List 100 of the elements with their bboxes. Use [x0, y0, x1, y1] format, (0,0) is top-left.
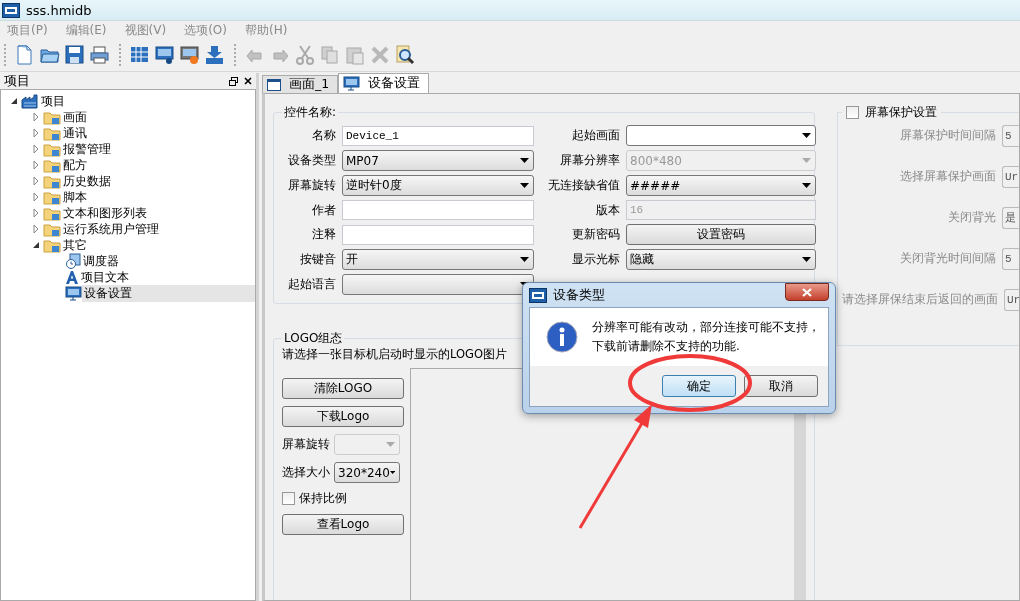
- text-field[interactable]: Ur: [1004, 288, 1019, 311]
- folder-icon: [43, 205, 61, 221]
- text-field[interactable]: [342, 200, 534, 220]
- scissors-icon: [294, 44, 316, 66]
- checkbox-label: 屏幕保护设置: [865, 104, 937, 121]
- dialog-title: 设备类型: [553, 286, 606, 304]
- tree-item[interactable]: 配方: [61, 156, 89, 174]
- restore-icon[interactable]: [229, 76, 238, 86]
- tree-item[interactable]: 画面: [61, 108, 89, 126]
- tab[interactable]: 画面_1: [262, 75, 339, 93]
- text-field[interactable]: 5: [1002, 124, 1019, 147]
- tree-item[interactable]: 文本和图形列表: [61, 204, 149, 222]
- dropdown[interactable]: 逆时针0度: [342, 175, 534, 196]
- toolbar-button[interactable]: [64, 44, 86, 66]
- field-label: 选择大小: [282, 464, 330, 481]
- close-button[interactable]: [785, 283, 829, 301]
- dropdown[interactable]: [626, 125, 816, 146]
- caret-icon: [802, 183, 811, 188]
- tree-item[interactable]: 其它: [61, 236, 89, 254]
- field-label: 设备类型: [287, 152, 336, 169]
- toolbar-button[interactable]: [394, 44, 416, 66]
- monitor-icon: [154, 44, 176, 66]
- dropdown[interactable]: 320*240: [334, 462, 400, 483]
- field-label: 作者: [311, 201, 336, 219]
- tab[interactable]: 设备设置: [338, 73, 430, 93]
- logo-button[interactable]: 下载Logo: [282, 406, 404, 427]
- text-field[interactable]: Device_1: [342, 125, 534, 146]
- caret-icon: [802, 158, 811, 163]
- logo-button[interactable]: 清除LOGO: [282, 378, 404, 399]
- logo-button[interactable]: 查看Logo: [282, 514, 404, 535]
- checkbox[interactable]: [846, 106, 859, 119]
- expander-icon[interactable]: [31, 240, 41, 250]
- field-label: 起始画面: [571, 127, 620, 144]
- expander-icon[interactable]: [9, 96, 19, 106]
- text-field[interactable]: 5: [1002, 247, 1019, 270]
- tree-item[interactable]: 历史数据: [61, 172, 113, 190]
- monitor-icon: [65, 285, 82, 301]
- field-label: 版本: [595, 201, 620, 219]
- factory-icon: [21, 93, 39, 109]
- dialog-message: 分辨率可能有改动，部分连接可能不支持，: [592, 319, 820, 336]
- tree-item[interactable]: 报警管理: [61, 140, 113, 158]
- caret-icon: [520, 183, 529, 188]
- close-icon[interactable]: [244, 77, 252, 85]
- save-icon: [64, 44, 86, 66]
- caret-icon: [802, 257, 811, 262]
- tree-item[interactable]: 项目文本: [79, 268, 131, 286]
- folder-icon: [43, 173, 61, 189]
- dropdown[interactable]: [342, 274, 534, 295]
- toolbar-button[interactable]: [154, 44, 176, 66]
- field-label: 起始语言: [287, 276, 336, 293]
- caret-icon: [520, 257, 529, 262]
- folder-icon: [43, 125, 61, 141]
- folder-icon: [43, 109, 61, 125]
- text-field[interactable]: [342, 224, 534, 245]
- caret-icon: [389, 470, 395, 475]
- delete-icon: [369, 44, 391, 66]
- dialog-button[interactable]: 取消: [744, 375, 818, 397]
- tree-item[interactable]: 调度器: [81, 252, 121, 270]
- window-icon: [267, 78, 281, 91]
- field-label: 屏幕分辨率: [559, 152, 620, 169]
- set-password-button[interactable]: 设置密码: [626, 224, 816, 245]
- clock-icon: [65, 253, 81, 269]
- info-icon: [546, 321, 578, 353]
- tree-item[interactable]: 设备设置: [82, 284, 255, 302]
- window-title: sss.hmidb: [26, 2, 92, 18]
- dropdown[interactable]: #####: [626, 175, 816, 196]
- field-label: 屏幕保护时间间隔: [900, 127, 996, 144]
- caret-icon: [386, 442, 395, 447]
- printer-icon: [89, 44, 111, 66]
- group-title: LOGO组态: [283, 330, 344, 347]
- tree-item[interactable]: 运行系统用户管理: [61, 220, 161, 238]
- folder-icon: [43, 221, 61, 237]
- folder-icon: [43, 189, 61, 205]
- field-label: 屏幕旋转: [282, 436, 330, 453]
- dropdown[interactable]: 开: [342, 249, 534, 270]
- dialog-button[interactable]: 确定: [662, 375, 736, 397]
- tree-item[interactable]: 通讯: [61, 124, 89, 142]
- paste-icon: [344, 44, 366, 66]
- field-label: 名称: [311, 127, 336, 144]
- dropdown[interactable]: 隐藏: [626, 249, 816, 270]
- field-label: 按键音: [299, 251, 336, 268]
- app-logo-icon: [2, 2, 20, 18]
- field-label: 更新密码: [571, 226, 620, 243]
- copy-icon: [319, 44, 341, 66]
- field-label: 注释: [311, 226, 336, 243]
- text-field[interactable]: Ur: [1002, 165, 1019, 188]
- caret-icon: [520, 158, 529, 163]
- tree-item[interactable]: 项目: [39, 92, 67, 110]
- dropdown[interactable]: MP07: [342, 150, 534, 171]
- checkbox-label: 保持比例: [299, 490, 347, 507]
- close-icon: [802, 287, 812, 297]
- field-label: 关闭背光时间间隔: [900, 250, 996, 267]
- toolbar-button[interactable]: [179, 44, 201, 66]
- tree-item[interactable]: 脚本: [61, 188, 89, 206]
- field-label: 显示光标: [571, 251, 620, 268]
- checkbox[interactable]: [282, 492, 295, 505]
- panel-title: 项目: [4, 72, 30, 90]
- text-field[interactable]: 是: [1002, 206, 1019, 229]
- field-label: 选择屏幕保护画面: [900, 168, 996, 185]
- monitor-icon: [343, 76, 361, 91]
